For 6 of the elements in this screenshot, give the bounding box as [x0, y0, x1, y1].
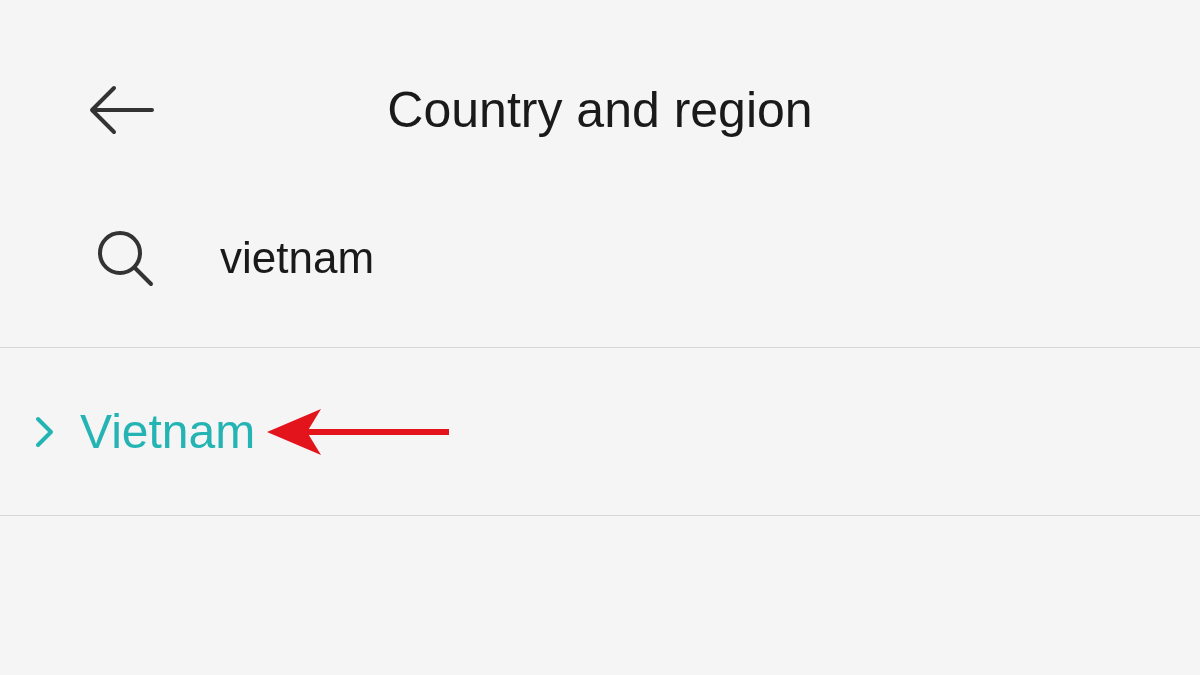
chevron-icon: [34, 414, 56, 449]
back-icon[interactable]: [88, 85, 154, 135]
search-icon: [95, 228, 155, 288]
result-label: Vietnam: [80, 404, 256, 459]
search-field[interactable]: vietnam: [220, 233, 720, 283]
page-title: Country and region: [387, 81, 813, 139]
